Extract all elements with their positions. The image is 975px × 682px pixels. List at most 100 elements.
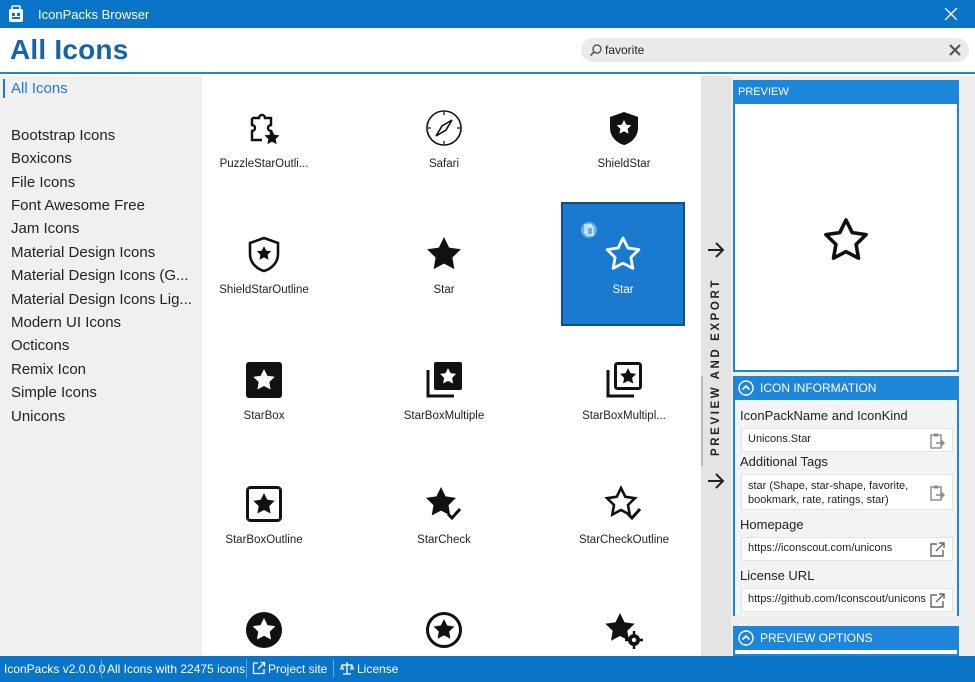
icon-tile-star-check[interactable]: StarCheck	[382, 452, 506, 576]
status-separator	[101, 659, 102, 678]
search-input[interactable]	[605, 41, 935, 59]
tags-value: star (Shape, star-shape, favorite, bookm…	[748, 480, 909, 506]
icon-tile-shield-star-outline[interactable]: ShieldStarOutline	[202, 202, 326, 326]
preview-export-toggle[interactable]: PREVIEW AND EXPORT	[701, 76, 731, 656]
tile-label: Star	[433, 284, 455, 296]
tile-label: StarBoxMultipl...	[582, 410, 666, 422]
icon-grid: PuzzleStarOutli... Safari ShieldStar Shi…	[202, 76, 701, 656]
icon-tile-star-check-outline[interactable]: StarCheckOutline	[562, 452, 686, 576]
shield-star-outline-icon	[248, 236, 280, 273]
license-value: https://github.com/Iconscout/unicons	[748, 593, 926, 605]
star-outline-icon	[824, 218, 868, 260]
version-text: IconPacks v2.0.0.0	[4, 662, 106, 676]
icon-information-title: ICON INFORMATION	[760, 381, 877, 395]
tile-label: PuzzleStarOutli...	[219, 158, 309, 170]
icon-tile-star-circle[interactable]	[202, 578, 326, 656]
icon-tile-star-circle-outline[interactable]	[382, 578, 506, 656]
tags-label: Additional Tags	[740, 454, 828, 469]
tile-label: StarBoxMultiple	[403, 410, 485, 422]
clear-search-icon[interactable]	[947, 42, 963, 58]
sidebar-item-font-awesome-free[interactable]: Font Awesome Free	[11, 197, 145, 214]
external-link-icon	[252, 661, 266, 675]
project-site-link[interactable]: Project site	[268, 662, 327, 676]
homepage-label: Homepage	[740, 517, 804, 532]
safari-icon	[426, 110, 462, 146]
star-outline-icon	[605, 236, 641, 270]
star-box-multiple-icon	[426, 362, 462, 398]
sidebar-item-material-design-icons[interactable]: Material Design Icons	[11, 244, 155, 261]
star-icon	[427, 237, 461, 270]
icon-tile-star-box-multiple-outline[interactable]: StarBoxMultipl...	[562, 328, 686, 452]
icon-tile-star-cog[interactable]	[562, 578, 686, 656]
external-link-icon[interactable]	[928, 592, 946, 610]
tile-label: StarBoxOutline	[225, 534, 303, 546]
arrow-right-icon	[708, 242, 725, 258]
clipboard-icon[interactable]	[928, 432, 946, 450]
sidebar-item-octicons[interactable]: Octicons	[11, 337, 69, 354]
sidebar-item-jam-icons[interactable]: Jam Icons	[11, 220, 79, 237]
tile-label: StarCheckOutline	[578, 534, 670, 546]
status-separator	[246, 659, 247, 678]
search-icon	[589, 44, 602, 57]
tile-label: StarCheck	[417, 534, 471, 546]
tile-label: StarBox	[243, 410, 285, 422]
strip-divider	[701, 376, 703, 466]
selection-indicator	[3, 79, 5, 98]
preview-section: PREVIEW	[733, 80, 959, 372]
license-field: https://github.com/Iconscout/unicons	[741, 588, 953, 612]
sidebar-item-material-design-icons-light[interactable]: Material Design Icons Lig...	[11, 291, 192, 308]
tile-label: ShieldStarOutline	[219, 284, 309, 296]
puzzle-star-outline-icon	[250, 113, 280, 145]
close-window-icon[interactable]	[941, 4, 961, 24]
copy-icon[interactable]	[581, 222, 597, 238]
sidebar-item-modern-ui-icons[interactable]: Modern UI Icons	[11, 314, 121, 331]
preview-options-header[interactable]: PREVIEW OPTIONS	[733, 626, 959, 650]
tile-label: Star	[612, 284, 634, 296]
title-bar: IconPacks Browser	[0, 0, 975, 28]
chevron-up-icon	[738, 630, 754, 646]
icon-tile-star[interactable]: Star	[382, 202, 506, 326]
app-icon	[9, 5, 23, 22]
sidebar-item-simple-icons[interactable]: Simple Icons	[11, 384, 97, 401]
icon-tile-shield-star[interactable]: ShieldStar	[562, 76, 686, 200]
icon-pack-sidebar: All Icons Bootstrap Icons Boxicons File …	[0, 76, 202, 656]
star-circle-outline-icon	[426, 612, 462, 648]
sidebar-item-remix-icon[interactable]: Remix Icon	[11, 361, 86, 378]
icon-information-section: ICON INFORMATION IconPackName and IconKi…	[733, 376, 959, 616]
preview-options-section: PREVIEW OPTIONS	[733, 626, 959, 656]
icon-tile-puzzle-star-outline[interactable]: PuzzleStarOutli...	[202, 76, 326, 200]
icon-tile-safari[interactable]: Safari	[382, 76, 506, 200]
sidebar-item-unicons[interactable]: Unicons	[11, 408, 65, 425]
tile-label: Safari	[428, 158, 460, 170]
icon-count-text: All Icons with 22475 icons	[107, 662, 246, 676]
sidebar-item-boxicons[interactable]: Boxicons	[11, 150, 72, 167]
sidebar-item-file-icons[interactable]: File Icons	[11, 174, 75, 191]
icon-tile-star-box-outline[interactable]: StarBoxOutline	[202, 452, 326, 576]
icon-tile-star-box[interactable]: StarBox	[202, 328, 326, 452]
sidebar-item-material-design-icons-g[interactable]: Material Design Icons (G...	[11, 267, 189, 284]
star-cog-icon	[605, 613, 643, 649]
page-title: All Icons	[10, 34, 129, 65]
preview-export-label: PREVIEW AND EXPORT	[710, 278, 722, 456]
shield-star-icon	[610, 112, 638, 145]
sidebar-item-bootstrap-icons[interactable]: Bootstrap Icons	[11, 127, 115, 144]
icon-tile-star-outline-selected[interactable]: Star	[561, 202, 685, 326]
preview-header: PREVIEW	[733, 80, 959, 104]
arrow-right-icon	[708, 473, 725, 489]
star-check-icon	[426, 487, 462, 521]
search-box[interactable]	[581, 38, 969, 62]
star-box-icon	[246, 362, 282, 398]
window-title: IconPacks Browser	[38, 6, 150, 22]
homepage-field: https://iconscout.com/unicons	[741, 537, 953, 561]
star-box-multiple-outline-icon	[606, 362, 642, 398]
star-check-outline-icon	[604, 485, 642, 521]
external-link-icon[interactable]	[928, 541, 946, 559]
clipboard-icon[interactable]	[928, 484, 946, 502]
icon-information-header[interactable]: ICON INFORMATION	[733, 376, 959, 400]
license-link[interactable]: License	[357, 662, 398, 676]
sidebar-item-all-icons[interactable]: All Icons	[11, 80, 68, 97]
status-bar: IconPacks v2.0.0.0 All Icons with 22475 …	[0, 656, 975, 682]
icon-tile-star-box-multiple[interactable]: StarBoxMultiple	[382, 328, 506, 452]
name-value: Unicons.Star	[748, 433, 811, 445]
preview-options-title: PREVIEW OPTIONS	[760, 631, 873, 645]
